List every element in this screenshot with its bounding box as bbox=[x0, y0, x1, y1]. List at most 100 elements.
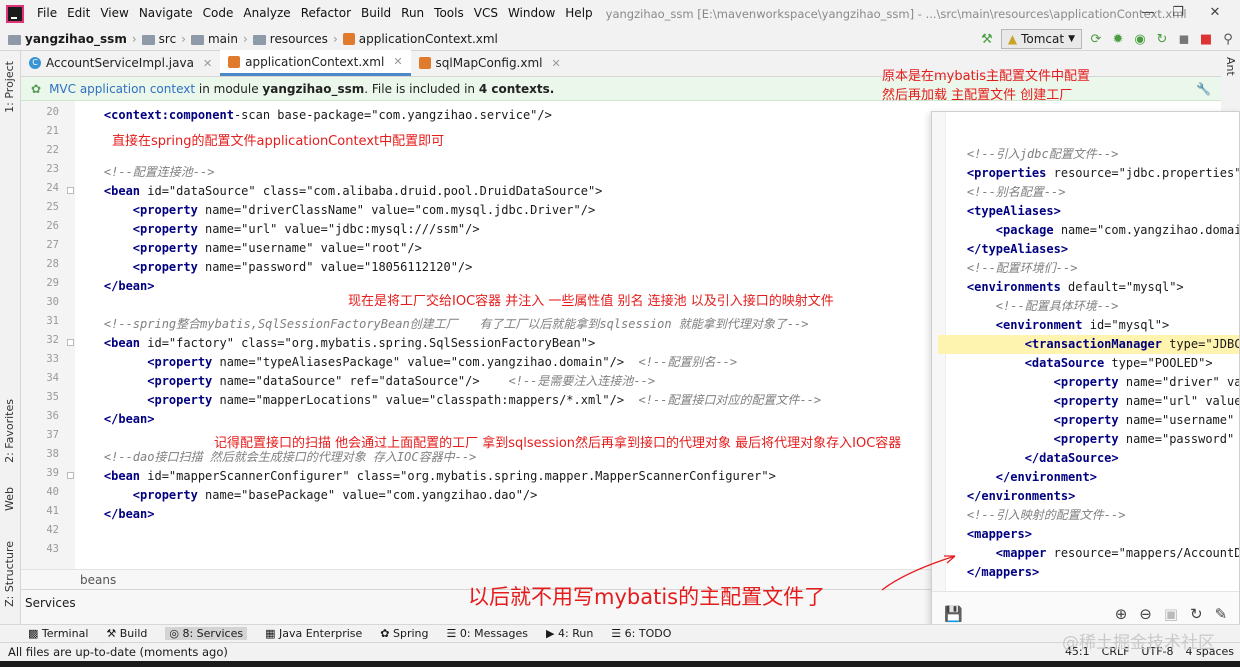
code-line[interactable]: </bean> bbox=[75, 410, 155, 429]
code-line[interactable]: </bean> bbox=[75, 277, 155, 296]
rerun-icon[interactable]: ⟳ bbox=[1088, 31, 1104, 47]
tab-run[interactable]: ▶ 4: Run bbox=[546, 627, 593, 640]
tab-accountserviceimpl[interactable]: C AccountServiceImpl.java ✕ bbox=[21, 50, 220, 76]
annotation-text: 以后就不用写mybatis的主配置文件了 bbox=[468, 585, 826, 609]
line-number: 30 bbox=[46, 296, 59, 308]
popup-code-line: <!--配置环境们--> bbox=[966, 261, 1078, 275]
popup-code-line: <!--引入jdbc配置文件--> bbox=[966, 147, 1119, 161]
popup-code-line: <dataSource type="POOLED"> bbox=[1024, 356, 1213, 370]
search-icon[interactable]: ⚲ bbox=[1220, 31, 1236, 47]
tab-applicationcontext[interactable]: applicationContext.xml ✕ bbox=[220, 50, 411, 76]
run-config-select[interactable]: ▲ Tomcat ▼ bbox=[1000, 29, 1082, 49]
menu-help[interactable]: Help bbox=[560, 0, 597, 27]
refresh-icon[interactable]: ↻ bbox=[1190, 605, 1203, 623]
annotation-text: 现在是将工厂交给IOC容器 并注入 一些属性值 别名 连接池 以及引入接口的映射… bbox=[348, 294, 834, 309]
annotation-text: 原本是在mybatis主配置文件中配置 bbox=[882, 69, 1091, 84]
code-line[interactable]: <property name="mapperLocations" value="… bbox=[75, 391, 821, 410]
web-tool-tab[interactable]: Web bbox=[3, 487, 16, 511]
wrench-icon[interactable]: 🔧 bbox=[1196, 82, 1211, 96]
tab-sqlmapconfig[interactable]: sqlMapConfig.xml ✕ bbox=[411, 50, 569, 76]
breadcrumb-main[interactable]: main bbox=[188, 32, 241, 46]
zoom-out-icon[interactable]: ⊖ bbox=[1139, 605, 1152, 623]
code-line[interactable]: <property name="url" value="jdbc:mysql:/… bbox=[75, 220, 480, 239]
profile-icon[interactable]: ↻ bbox=[1154, 31, 1170, 47]
favorites-tool-tab[interactable]: 2: Favorites bbox=[3, 399, 16, 463]
popup-code-line: <property name="password" value bbox=[1053, 432, 1235, 446]
hammer-icon[interactable]: ⚒ bbox=[979, 31, 995, 47]
popup-code-line: <environment id="mysql"> bbox=[995, 318, 1170, 332]
menu-tools[interactable]: Tools bbox=[429, 0, 469, 27]
code-line[interactable]: </bean> bbox=[75, 505, 155, 524]
popup-code-line: </dataSource> bbox=[1024, 451, 1119, 465]
tab-terminal[interactable]: ▩ Terminal bbox=[28, 627, 88, 640]
menu-file[interactable]: File bbox=[32, 0, 62, 27]
close-tab-icon[interactable]: ✕ bbox=[552, 57, 561, 70]
project-tool-tab[interactable]: 1: Project bbox=[3, 61, 16, 113]
code-line[interactable]: <property name="password" value="1805611… bbox=[75, 258, 473, 277]
banner-module: yangzihao_ssm bbox=[262, 81, 365, 96]
edit-icon[interactable]: ✎ bbox=[1215, 605, 1228, 623]
popup-code-line: <typeAliases> bbox=[966, 204, 1061, 218]
code-line[interactable]: <bean id="dataSource" class="com.alibaba… bbox=[75, 182, 603, 201]
tab-services[interactable]: ◎ 8: Services bbox=[165, 627, 248, 640]
menu-vcs[interactable]: VCS bbox=[469, 0, 503, 27]
popup-code-line: <!--别名配置--> bbox=[966, 185, 1066, 199]
structure-tool-tab[interactable]: Z: Structure bbox=[3, 541, 16, 607]
popup-code-line: </mappers> bbox=[966, 565, 1040, 579]
close-icon[interactable]: ✕ bbox=[1205, 4, 1225, 22]
code-line[interactable]: <property name="dataSource" ref="dataSou… bbox=[75, 372, 655, 391]
menu-navigate[interactable]: Navigate bbox=[134, 0, 198, 27]
code-line[interactable]: <property name="basePackage" value="com.… bbox=[75, 486, 538, 505]
code-line[interactable]: <property name="username" value="root"/> bbox=[75, 239, 422, 258]
stop-icon[interactable]: ■ bbox=[1198, 31, 1214, 47]
os-taskbar bbox=[0, 661, 1240, 667]
code-line[interactable]: <!--配置连接池--> bbox=[75, 163, 215, 182]
ant-tool-tab[interactable]: Ant bbox=[1224, 57, 1237, 76]
breadcrumb-separator: › bbox=[242, 31, 248, 46]
menu-code[interactable]: Code bbox=[198, 0, 239, 27]
line-number: 21 bbox=[46, 125, 59, 137]
minimize-icon[interactable]: — bbox=[1138, 4, 1158, 22]
menu-refactor[interactable]: Refactor bbox=[296, 0, 356, 27]
mvc-context-link[interactable]: MVC application context bbox=[49, 82, 195, 96]
window-title: yangzihao_ssm [E:\mavenworkspace\yangzih… bbox=[605, 6, 1187, 21]
left-tool-strip: 1: Project 2: Favorites Web Z: Structure bbox=[0, 51, 21, 624]
folder-icon bbox=[141, 34, 155, 45]
tab-java-enterprise[interactable]: ▦ Java Enterprise bbox=[265, 627, 362, 640]
menu-analyze[interactable]: Analyze bbox=[238, 0, 295, 27]
restore-icon[interactable]: ❐ bbox=[1168, 4, 1188, 22]
breadcrumb-file[interactable]: applicationContext.xml bbox=[340, 32, 501, 46]
debug-icon[interactable]: ✹ bbox=[1110, 31, 1126, 47]
menu-edit[interactable]: Edit bbox=[62, 0, 95, 27]
spring-leaf-icon: ✿ bbox=[31, 81, 42, 96]
breadcrumb-src[interactable]: src bbox=[139, 32, 180, 46]
menu-build[interactable]: Build bbox=[356, 0, 396, 27]
close-tab-icon[interactable]: ✕ bbox=[393, 55, 402, 68]
coverage-icon[interactable]: ◉ bbox=[1132, 31, 1148, 47]
tab-spring[interactable]: ✿ Spring bbox=[380, 627, 428, 640]
attach-icon[interactable]: ◼ bbox=[1176, 31, 1192, 47]
breadcrumb-project[interactable]: yangzihao_ssm bbox=[0, 32, 130, 46]
code-line[interactable]: <context:component-scan base-package="co… bbox=[75, 106, 552, 125]
fold-marker-icon[interactable] bbox=[67, 187, 74, 194]
zoom-in-icon[interactable]: ⊕ bbox=[1115, 605, 1128, 623]
code-line[interactable]: <property name="driverClassName" value="… bbox=[75, 201, 595, 220]
tab-todo[interactable]: ☰ 6: TODO bbox=[611, 627, 671, 640]
menu-view[interactable]: View bbox=[95, 0, 133, 27]
menu-run[interactable]: Run bbox=[396, 0, 429, 27]
code-line[interactable]: <!--spring整合mybatis,SqlSessionFactoryBea… bbox=[75, 315, 809, 334]
tab-build[interactable]: ⚒ Build bbox=[106, 627, 147, 640]
close-tab-icon[interactable]: ✕ bbox=[203, 57, 212, 70]
fold-marker-icon[interactable] bbox=[67, 339, 74, 346]
save-icon[interactable]: 💾 bbox=[944, 605, 963, 623]
actual-size-icon[interactable]: ▣ bbox=[1164, 605, 1178, 623]
code-line[interactable]: <bean id="factory" class="org.mybatis.sp… bbox=[75, 334, 595, 353]
menu-window[interactable]: Window bbox=[503, 0, 560, 27]
tab-messages[interactable]: ☰ 0: Messages bbox=[447, 627, 529, 640]
code-line[interactable]: <property name="typeAliasesPackage" valu… bbox=[75, 353, 737, 372]
fold-marker-icon[interactable] bbox=[67, 472, 74, 479]
breadcrumb-resources[interactable]: resources bbox=[250, 32, 331, 46]
status-bar: All files are up-to-date (moments ago) 4… bbox=[0, 642, 1240, 661]
popup-code-line: <environments default="mysql"> bbox=[966, 280, 1184, 294]
code-line[interactable]: <bean id="mapperScannerConfigurer" class… bbox=[75, 467, 776, 486]
